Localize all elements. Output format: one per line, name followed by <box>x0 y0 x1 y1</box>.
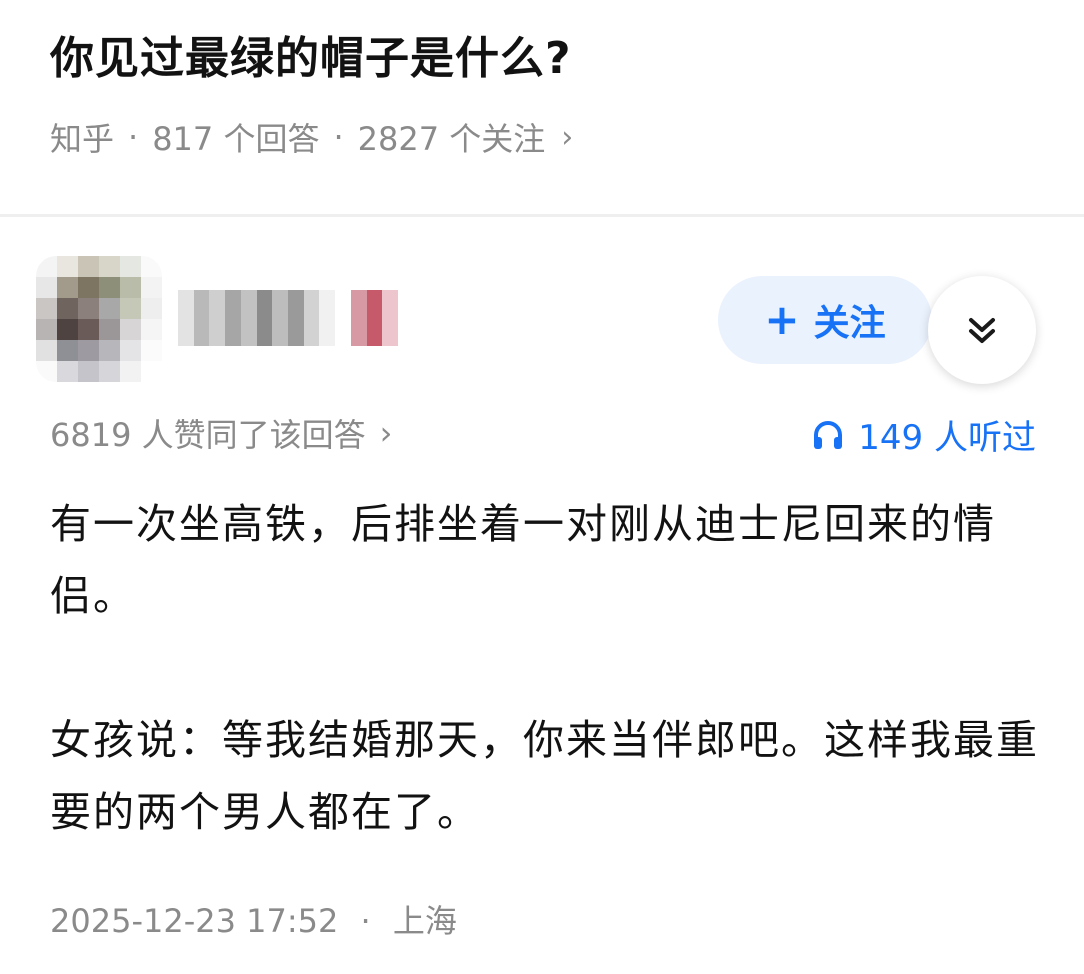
chevron-right-icon: › <box>379 414 393 452</box>
answer-footer: 2025-12-23 17:52 · 上海 <box>50 896 457 942</box>
question-title[interactable]: 你见过最绿的帽子是什么? <box>50 22 572 86</box>
plus-icon: + <box>764 295 800 344</box>
source-label: 知乎 <box>50 120 115 158</box>
double-chevron-down-icon <box>969 318 995 343</box>
answer-date: 2025-12-23 17:52 <box>50 902 339 940</box>
author-name[interactable] <box>178 290 399 346</box>
listen-count: 149 人听过 <box>858 418 1036 458</box>
expand-button[interactable] <box>928 276 1036 384</box>
avatar[interactable] <box>36 256 162 382</box>
separator-dot: · <box>360 902 371 940</box>
vote-count: 6819 人赞同了该回答 <box>50 416 366 454</box>
separator-dot: · <box>128 118 139 156</box>
headphones-icon <box>814 420 843 449</box>
answers-count: 817 个回答 <box>152 120 320 158</box>
answer-content[interactable]: 有一次坐高铁，后排坐着一对刚从迪士尼回来的情侣。 女孩说：等我结婚那天，你来当伴… <box>50 488 1040 848</box>
follow-label: 关注 <box>813 303 886 344</box>
separator-dot: · <box>333 118 344 156</box>
answer-location: 上海 <box>392 902 457 940</box>
question-meta[interactable]: 知乎 · 817 个回答 · 2827 个关注 › <box>50 114 573 160</box>
chevron-right-icon: › <box>561 119 574 155</box>
answer-paragraph: 有一次坐高铁，后排坐着一对刚从迪士尼回来的情侣。 <box>50 500 996 620</box>
listen-count-link[interactable]: 149 人听过 <box>810 410 1036 459</box>
follow-button[interactable]: + 关注 <box>718 276 932 364</box>
followers-count: 2827 个关注 <box>357 120 546 158</box>
divider <box>0 214 1084 217</box>
vote-count-link[interactable]: 6819 人赞同了该回答 › <box>50 410 392 456</box>
answer-paragraph: 女孩说：等我结婚那天，你来当伴郎吧。这样我最重要的两个男人都在了。 <box>50 716 1039 836</box>
